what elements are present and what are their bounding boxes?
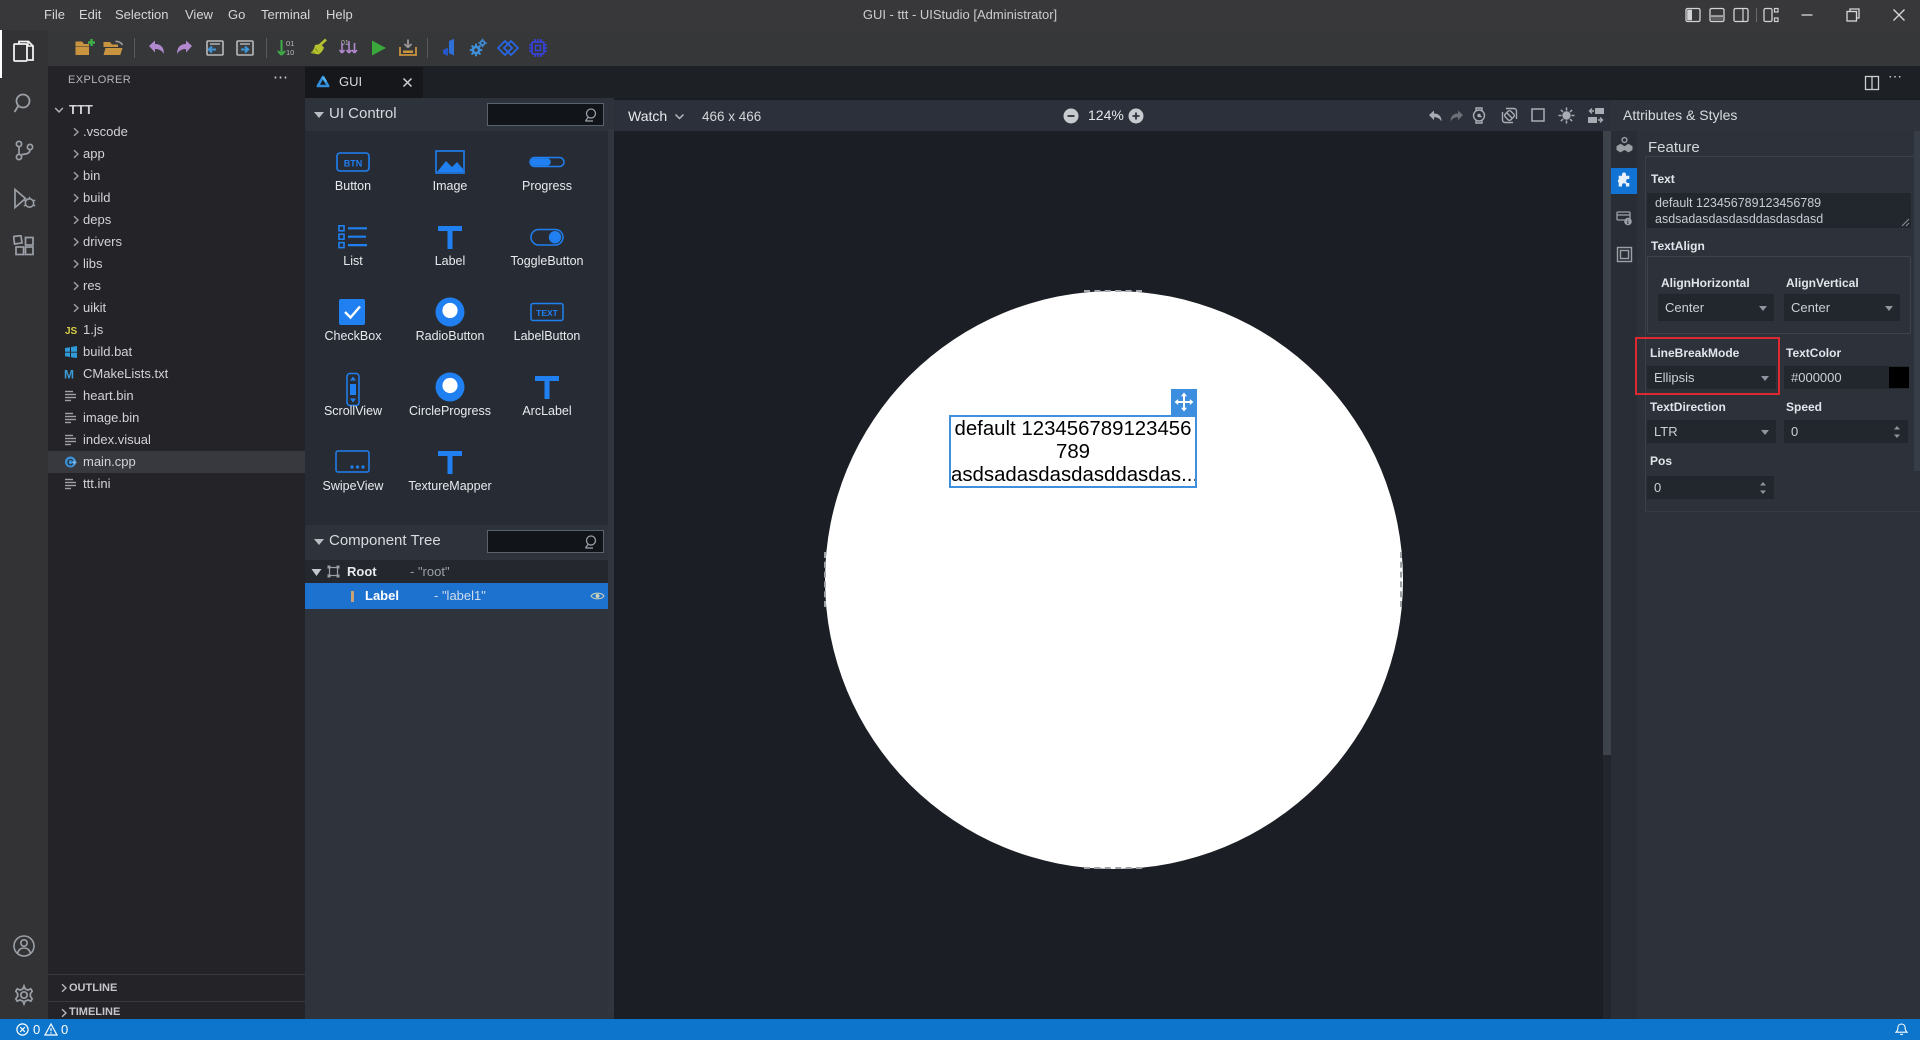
svg-text:TEXT: TEXT <box>536 308 559 318</box>
svg-text:M: M <box>64 368 74 382</box>
svg-text:JS: JS <box>65 326 78 337</box>
svg-text:BTN: BTN <box>344 159 363 169</box>
svg-text:i: i <box>1627 219 1629 226</box>
svg-text:10: 10 <box>286 48 294 57</box>
svg-text:01: 01 <box>286 39 294 48</box>
